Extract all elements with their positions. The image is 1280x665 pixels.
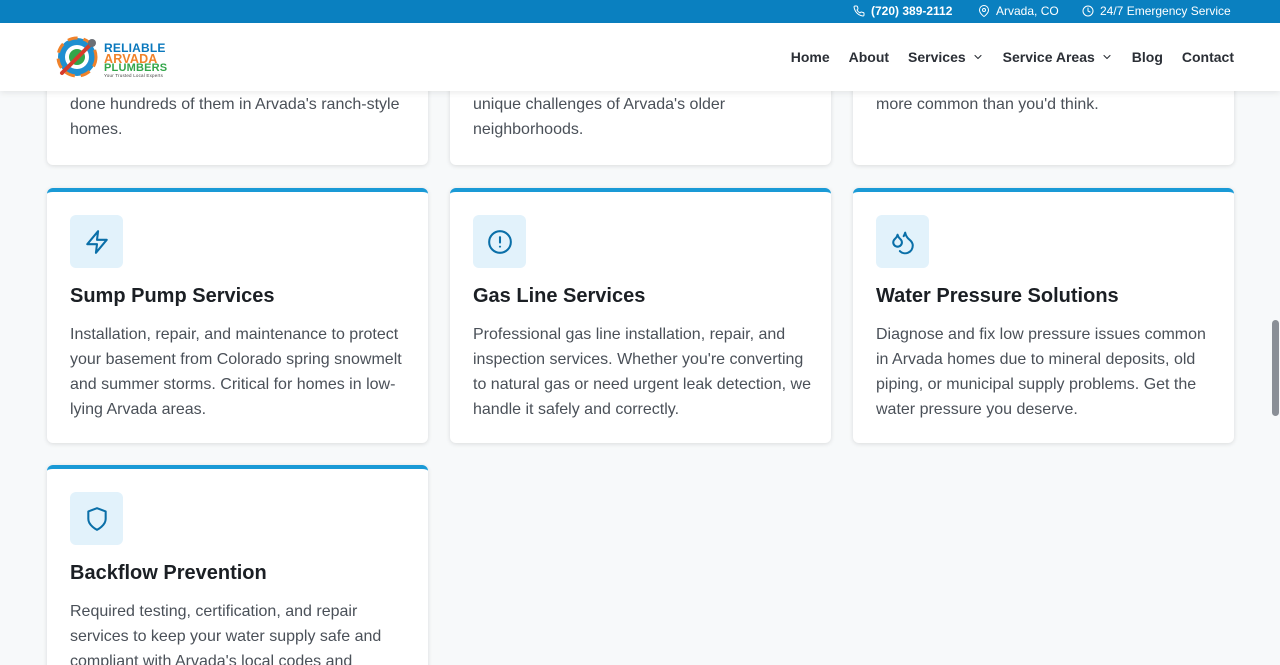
nav-service-areas-dropdown[interactable]: Service Areas xyxy=(1003,49,1113,65)
service-card-gas-line: Gas Line Services Professional gas line … xyxy=(450,188,831,443)
service-card-description: done hundreds of them in Arvada's ranch-… xyxy=(70,96,400,138)
service-card-title: Gas Line Services xyxy=(473,285,646,307)
service-card-description: Diagnose and fix low pressure issues com… xyxy=(876,326,1206,418)
service-card-description: unique challenges of Arvada's older neig… xyxy=(473,96,726,138)
service-card-sump-pump: Sump Pump Services Installation, repair,… xyxy=(47,188,428,443)
main-header: RELIABLE ARVADA PLUMBERS Your Trusted Lo… xyxy=(0,23,1280,91)
service-card-description: Required testing, certification, and rep… xyxy=(70,603,382,665)
emergency-text: 24/7 Emergency Service xyxy=(1100,4,1231,18)
nav-contact[interactable]: Contact xyxy=(1182,49,1234,65)
nav-home-label: Home xyxy=(790,49,830,65)
alert-circle-icon xyxy=(487,229,512,254)
emergency-info: 24/7 Emergency Service xyxy=(1082,4,1231,18)
map-pin-icon xyxy=(979,5,989,17)
nav-blog[interactable]: Blog xyxy=(1132,49,1163,65)
service-icon-box xyxy=(876,215,929,268)
lightning-icon xyxy=(85,229,108,254)
nav-home[interactable]: Home xyxy=(791,49,830,65)
top-info-bar: (720) 389-2112 Arvada, CO 24/7 Emergency… xyxy=(0,0,1280,23)
logo-tagline: Your Trusted Local Experts xyxy=(104,73,164,78)
service-card-title: Sump Pump Services xyxy=(70,285,275,307)
service-card-backflow: Backflow Prevention Required testing, ce… xyxy=(47,465,428,665)
shield-icon xyxy=(86,506,107,531)
service-icon-box xyxy=(70,215,123,268)
chevron-down-icon xyxy=(1103,54,1111,60)
droplets-icon xyxy=(891,231,914,254)
phone-link[interactable]: (720) 389-2112 xyxy=(853,4,952,18)
logo-badge-icon xyxy=(56,36,98,78)
service-icon-box xyxy=(70,492,123,545)
nav-about[interactable]: About xyxy=(849,49,889,65)
service-icon-box xyxy=(473,215,526,268)
service-card-description: Professional gas line installation, repa… xyxy=(473,326,811,418)
scrollbar-thumb[interactable] xyxy=(1272,320,1279,416)
service-card-description: more common than you'd think. xyxy=(876,96,1099,113)
service-card-title: Water Pressure Solutions xyxy=(876,285,1119,307)
nav-service-areas-label: Service Areas xyxy=(1002,49,1095,65)
nav-services-label: Services xyxy=(908,49,966,65)
phone-number: (720) 389-2112 xyxy=(871,4,953,18)
main-nav: Home About Services Service Areas Blog C… xyxy=(772,23,1234,91)
service-card-description: Installation, repair, and maintenance to… xyxy=(70,326,402,418)
service-card-water-pressure: Water Pressure Solutions Diagnose and fi… xyxy=(853,188,1234,443)
chevron-down-icon xyxy=(974,54,982,60)
nav-about-label: About xyxy=(848,49,890,65)
service-card-title: Backflow Prevention xyxy=(70,562,267,584)
nav-services-dropdown[interactable]: Services xyxy=(908,49,984,65)
nav-blog-label: Blog xyxy=(1131,49,1163,65)
nav-contact-label: Contact xyxy=(1181,49,1234,65)
phone-icon xyxy=(853,5,865,17)
location-text: Arvada, CO xyxy=(996,4,1059,18)
location-info: Arvada, CO xyxy=(978,4,1059,18)
clock-icon xyxy=(1082,5,1094,17)
page-scrollbar[interactable] xyxy=(1270,91,1280,665)
site-logo[interactable]: RELIABLE ARVADA PLUMBERS Your Trusted Lo… xyxy=(54,33,174,81)
